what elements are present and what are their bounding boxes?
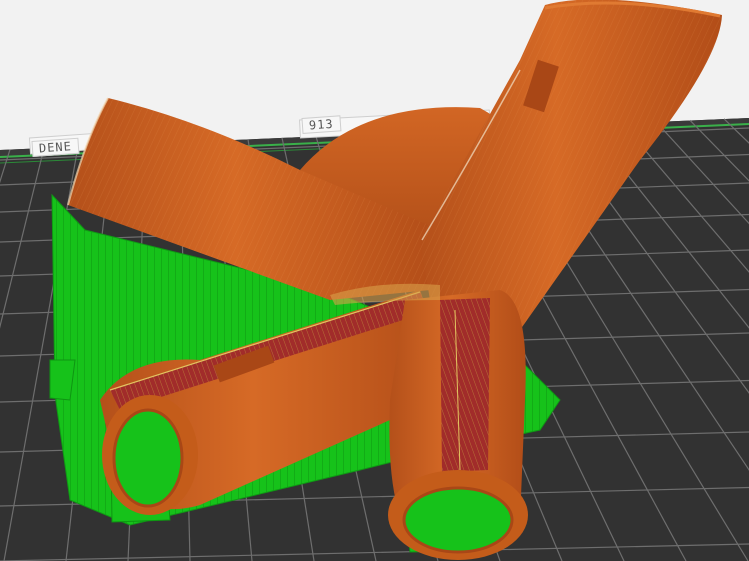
slicer-scene[interactable] [0, 0, 749, 561]
bed-label-right: 913 [301, 115, 342, 134]
model-tube-front [388, 290, 528, 560]
3d-viewport[interactable]: DENE 913 [0, 0, 749, 561]
bed-label-left: DENE [31, 137, 80, 157]
